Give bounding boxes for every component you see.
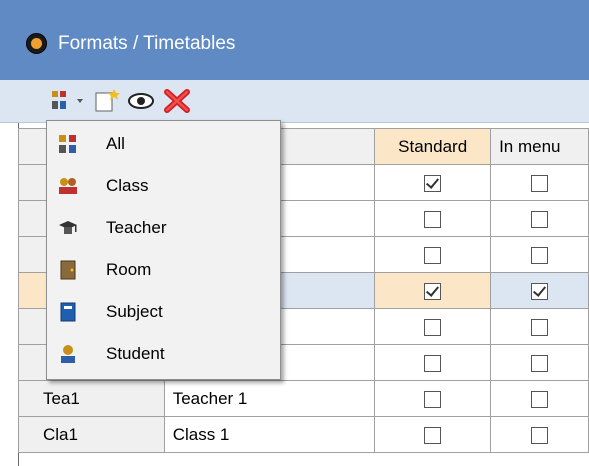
menu-item-label: Room [106, 260, 152, 279]
menu-item-label: Student [106, 344, 165, 363]
teacher-icon [58, 218, 78, 238]
subject-book-icon [58, 302, 78, 322]
new-format-icon [95, 89, 120, 112]
window-titlebar: Formats / Timetables [0, 0, 589, 80]
long-name-cell[interactable]: Class 1 [163, 416, 376, 453]
filter-elements-icon [52, 91, 83, 109]
delete-x-icon [164, 89, 190, 113]
in-menu-checkbox[interactable] [531, 390, 549, 408]
menu-item-label: Subject [106, 302, 163, 321]
delete-button[interactable] [162, 87, 192, 115]
standard-checkbox[interactable] [424, 426, 442, 444]
standard-cell [374, 236, 492, 273]
clock-icon [26, 33, 47, 54]
standard-checkbox[interactable] [424, 354, 442, 372]
in-menu-cell [490, 380, 589, 417]
in-menu-cell [490, 236, 589, 273]
standard-checkbox[interactable] [424, 318, 442, 336]
eye-icon [128, 93, 154, 109]
standard-cell [374, 308, 492, 345]
menu-item-label: Teacher [106, 218, 167, 237]
in-menu-checkbox[interactable] [531, 246, 549, 264]
menu-item-room[interactable]: Room [48, 249, 279, 291]
menu-item-subject[interactable]: Subject [48, 291, 279, 333]
menu-item-student[interactable]: Student [48, 333, 279, 375]
column-header-in-menu[interactable]: In menu [490, 128, 589, 165]
standard-cell [374, 416, 492, 453]
class-icon [58, 176, 78, 196]
room-door-icon [58, 260, 78, 280]
standard-checkbox[interactable] [424, 282, 442, 300]
standard-checkbox[interactable] [424, 246, 442, 264]
standard-checkbox[interactable] [424, 174, 442, 192]
standard-cell [374, 380, 492, 417]
menu-item-label: Class [106, 176, 149, 195]
table-row[interactable]: Tea1 Teacher 1 [18, 380, 589, 417]
in-menu-checkbox[interactable] [531, 282, 549, 300]
column-header-standard[interactable]: Standard [374, 128, 492, 165]
short-name-cell[interactable]: Cla1 [18, 416, 165, 453]
in-menu-cell [490, 344, 589, 381]
short-name-cell[interactable]: Tea1 [18, 380, 165, 417]
menu-item-teacher[interactable]: Teacher [48, 207, 279, 249]
in-menu-checkbox[interactable] [531, 210, 549, 228]
student-icon [58, 344, 78, 364]
menu-item-all[interactable]: All [48, 123, 279, 165]
standard-cell [374, 200, 492, 237]
new-format-button[interactable] [92, 87, 122, 115]
window-title: Formats / Timetables [58, 33, 236, 54]
menu-item-label: All [106, 134, 125, 153]
filter-elements-button[interactable] [50, 87, 86, 115]
table-row[interactable]: Cla1 Class 1 [18, 416, 589, 453]
in-menu-checkbox[interactable] [531, 174, 549, 192]
in-menu-cell [490, 272, 589, 309]
in-menu-checkbox[interactable] [531, 426, 549, 444]
toolbar [0, 80, 589, 123]
in-menu-checkbox[interactable] [531, 318, 549, 336]
long-name-cell[interactable]: Teacher 1 [163, 380, 376, 417]
all-elements-icon [58, 134, 78, 154]
standard-checkbox[interactable] [424, 390, 442, 408]
view-button[interactable] [126, 87, 156, 115]
in-menu-cell [490, 164, 589, 201]
standard-cell [374, 272, 492, 309]
standard-checkbox[interactable] [424, 210, 442, 228]
element-type-dropdown-menu: All Class Teacher Room Subject Student [46, 120, 281, 380]
in-menu-cell [490, 308, 589, 345]
standard-cell [374, 344, 492, 381]
in-menu-cell [490, 200, 589, 237]
in-menu-cell [490, 416, 589, 453]
in-menu-checkbox[interactable] [531, 354, 549, 372]
menu-item-class[interactable]: Class [48, 165, 279, 207]
standard-cell [374, 164, 492, 201]
